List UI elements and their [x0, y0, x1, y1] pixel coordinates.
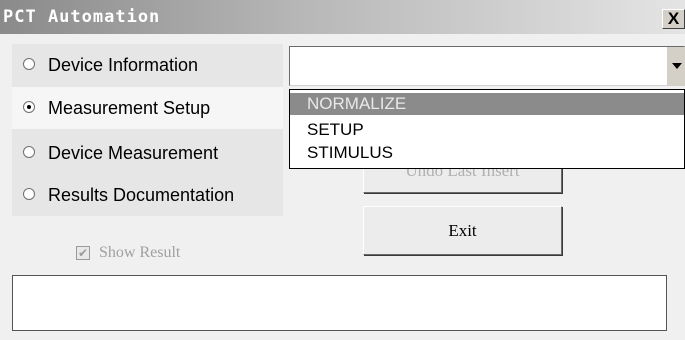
- dropdown-arrow-button[interactable]: [666, 47, 685, 85]
- radio-measurement-setup[interactable]: Measurement Setup: [12, 87, 283, 129]
- show-result-label: Show Result: [99, 244, 181, 261]
- title-bar[interactable]: PCT Automation X: [0, 0, 685, 34]
- radio-button-selected-icon: [23, 101, 35, 113]
- radio-device-information[interactable]: Device Information: [12, 44, 283, 86]
- radio-device-measurement[interactable]: Device Measurement: [12, 132, 283, 174]
- radio-label: Device Information: [48, 55, 199, 75]
- setup-combobox[interactable]: [289, 46, 685, 86]
- close-icon: X: [667, 9, 680, 28]
- combobox-dropdown-list: NORMALIZE SETUP STIMULUS: [289, 89, 685, 169]
- chevron-down-icon: [672, 63, 682, 69]
- radio-results-documentation[interactable]: Results Documentation: [12, 174, 283, 216]
- close-button[interactable]: X: [662, 9, 685, 29]
- radio-label: Results Documentation: [48, 185, 235, 205]
- dropdown-option-normalize[interactable]: NORMALIZE: [290, 93, 684, 115]
- exit-button[interactable]: Exit: [363, 206, 562, 255]
- radio-button-icon: [23, 188, 35, 200]
- radio-button-icon: [23, 58, 35, 70]
- radio-label: Measurement Setup: [48, 98, 211, 118]
- radio-button-icon: [23, 146, 35, 158]
- radio-label: Device Measurement: [48, 143, 219, 163]
- dropdown-option-setup[interactable]: SETUP: [290, 119, 684, 141]
- dropdown-option-stimulus[interactable]: STIMULUS: [290, 142, 684, 164]
- mode-radio-group: Device Information Measurement Setup Dev…: [12, 44, 283, 216]
- pct-automation-window: PCT Automation X Device Information Meas…: [0, 0, 685, 340]
- window-title: PCT Automation: [3, 7, 161, 27]
- checkbox-checked-icon: ✔: [76, 246, 90, 260]
- result-text-box[interactable]: [12, 275, 667, 331]
